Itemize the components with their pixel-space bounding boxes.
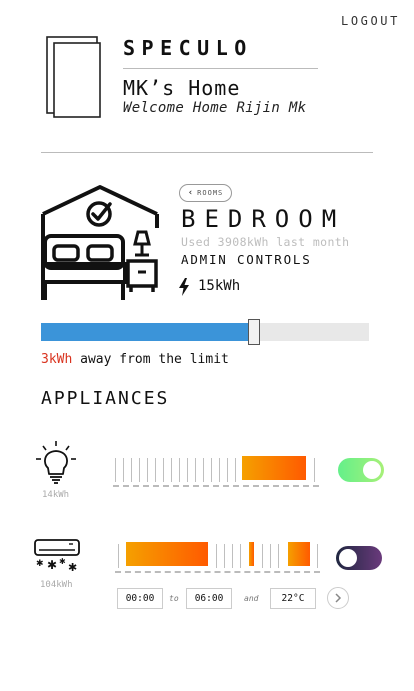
schedule-tick — [314, 458, 315, 482]
schedule-active-block — [249, 542, 254, 566]
schedule-tick — [163, 458, 164, 482]
appliance-energy-light: 14kWh — [42, 490, 70, 500]
brand-name: SPECULO — [123, 36, 253, 60]
rooms-back-label: ROOMS — [197, 189, 224, 197]
schedule-next-button[interactable] — [327, 587, 349, 609]
schedule-tick — [139, 458, 140, 482]
usage-slider-fill — [41, 323, 254, 341]
schedule-tick — [147, 458, 148, 482]
home-title: MK’s Home — [123, 76, 241, 100]
usage-limit-slider[interactable] — [41, 319, 369, 345]
light-schedule-track[interactable] — [113, 456, 319, 487]
and-label: and — [244, 594, 259, 603]
lightning-bolt-icon — [179, 278, 189, 296]
brand-divider — [123, 68, 318, 69]
speculo-logo-icon — [46, 36, 101, 118]
schedule-tick — [187, 458, 188, 482]
toggle-knob — [363, 461, 381, 479]
schedule-tick — [224, 544, 225, 568]
rooms-back-button[interactable]: ‹ ROOMS — [179, 184, 232, 202]
ac-start-time-input[interactable]: 00:00 — [117, 588, 163, 609]
limit-message-text: away from the limit — [72, 352, 229, 367]
to-label: to — [169, 594, 179, 603]
welcome-message: Welcome Home Rijin Mk — [123, 100, 307, 116]
ac-end-time-input[interactable]: 06:00 — [186, 588, 232, 609]
admin-controls-link[interactable]: ADMIN CONTROLS — [181, 252, 312, 267]
appliance-energy-ac: 104kWh — [40, 580, 73, 590]
monthly-usage: Used 3908kWh last month — [181, 235, 350, 249]
chevron-left-icon: ‹ — [187, 188, 195, 198]
current-power: 15kWh — [198, 278, 241, 294]
svg-text:✱: ✱ — [47, 558, 57, 572]
bedroom-icon — [41, 185, 159, 300]
room-title: BEDROOM — [181, 205, 346, 233]
schedule-tick — [240, 544, 241, 568]
header-divider — [41, 152, 373, 153]
schedule-tick — [219, 458, 220, 482]
schedule-tick — [211, 458, 212, 482]
schedule-tick — [232, 544, 233, 568]
ac-temperature-input[interactable]: 22°C — [270, 588, 316, 609]
schedule-tick — [155, 458, 156, 482]
logout-button[interactable]: LOGOUT — [341, 14, 400, 28]
svg-text:✱: ✱ — [59, 557, 66, 566]
schedule-tick — [216, 544, 217, 568]
air-conditioner-icon: ✱ ✱ ✱ ✱ — [34, 539, 80, 574]
ac-schedule-track[interactable] — [115, 542, 320, 573]
chevron-right-icon — [335, 593, 342, 603]
svg-text:✱: ✱ — [68, 561, 77, 574]
schedule-tick — [195, 458, 196, 482]
limit-remaining-value: 3kWh — [41, 352, 73, 367]
schedule-tick — [171, 458, 172, 482]
schedule-tick — [278, 544, 279, 568]
schedule-tick — [179, 458, 180, 482]
appliances-title: APPLIANCES — [41, 388, 170, 409]
schedule-tick — [115, 458, 116, 482]
schedule-baseline — [113, 485, 319, 487]
light-bulb-icon — [36, 441, 76, 484]
schedule-tick — [131, 458, 132, 482]
schedule-tick — [235, 458, 236, 482]
schedule-tick — [123, 458, 124, 482]
usage-slider-handle[interactable] — [247, 319, 260, 345]
schedule-tick — [203, 458, 204, 482]
schedule-tick — [270, 544, 271, 568]
schedule-active-block — [242, 456, 306, 480]
toggle-knob — [339, 549, 357, 567]
schedule-tick — [227, 458, 228, 482]
schedule-tick — [262, 544, 263, 568]
svg-text:✱: ✱ — [36, 559, 44, 569]
schedule-tick — [317, 544, 318, 568]
schedule-active-block — [288, 542, 310, 566]
schedule-baseline — [115, 571, 320, 573]
light-power-toggle[interactable] — [338, 458, 384, 482]
ac-power-toggle[interactable] — [336, 546, 382, 570]
schedule-tick — [118, 544, 119, 568]
limit-message: 3kWh away from the limit — [41, 352, 229, 367]
schedule-active-block — [126, 542, 208, 566]
